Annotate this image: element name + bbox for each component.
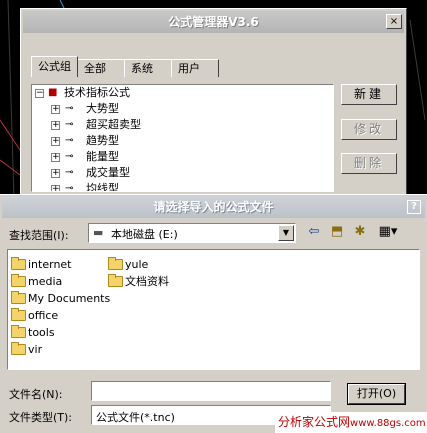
tree-root[interactable]: − ■ 技术指标公式	[32, 85, 333, 101]
expand-icon[interactable]: +	[51, 153, 60, 162]
open-button[interactable]: 打开(O)	[347, 383, 406, 405]
expand-icon[interactable]: +	[51, 105, 60, 114]
folder-label: internet	[28, 258, 72, 271]
look-in-value: 本地磁盘 (E:)	[111, 228, 178, 241]
tree-item[interactable]: + ⊸ 大势型	[32, 101, 333, 117]
look-in-combo[interactable]: ▬ 本地磁盘 (E:) ▼	[88, 223, 296, 243]
folder-label: media	[28, 275, 63, 288]
folder-icon	[11, 274, 26, 287]
key-icon: ⊸	[65, 103, 74, 114]
expand-icon[interactable]: +	[51, 185, 60, 191]
key-icon: ⊸	[65, 135, 74, 146]
tree-item[interactable]: + ⊸ 能量型	[32, 149, 333, 165]
expand-icon[interactable]: +	[51, 121, 60, 130]
folder-label: vir	[28, 343, 43, 356]
folder-icon	[11, 325, 26, 338]
tree-item[interactable]: + ⊸ 超买超卖型	[32, 117, 333, 133]
formula-manager-titlebar: 公式管理器V3.6 ×	[23, 11, 404, 33]
filename-label: 文件名(N):	[9, 388, 63, 401]
file-list: internet media My Documents office tools…	[7, 249, 420, 370]
folder-label: 文档资料	[125, 275, 169, 288]
new-button[interactable]: 新建	[341, 84, 397, 105]
key-icon: ⊸	[65, 119, 74, 130]
folder-item[interactable]: My Documents	[11, 291, 110, 307]
tab-formula-group[interactable]: 公式组	[31, 56, 78, 77]
formula-manager-title: 公式管理器V3.6	[168, 15, 259, 29]
folder-icon	[11, 257, 26, 270]
folder-label: My Documents	[28, 292, 111, 305]
filetype-value: 公式文件(*.tnc)	[96, 411, 175, 424]
key-icon: ⊸	[65, 151, 74, 162]
folder-item[interactable]: yule	[108, 257, 148, 273]
folder-item[interactable]: internet	[11, 257, 72, 273]
import-dialog-titlebar: 请选择导入的公式文件 ?	[2, 196, 425, 218]
watermark-brand: 分析家公式网	[278, 415, 351, 429]
drive-icon: ▬	[93, 226, 104, 239]
key-icon: ⊸	[65, 183, 74, 192]
tree-item-label: 均线型	[86, 182, 119, 192]
up-folder-icon[interactable]: ⬒	[328, 223, 346, 241]
tree-item[interactable]: + ⊸ 成交量型	[32, 165, 333, 181]
folder-icon	[108, 274, 123, 287]
expand-icon[interactable]: +	[51, 169, 60, 178]
formula-tabs: 公式组 全部 系统 用户	[31, 55, 219, 77]
look-in-label: 查找范围(I):	[9, 229, 69, 242]
tab-all[interactable]: 全部	[77, 59, 125, 77]
tree-item-label: 超买超卖型	[86, 118, 141, 131]
folder-item[interactable]: tools	[11, 325, 55, 341]
tree-item-label: 能量型	[86, 150, 119, 163]
tree-item-label: 趋势型	[86, 134, 119, 147]
folder-icon	[11, 291, 26, 304]
book-icon: ■	[48, 87, 58, 98]
back-arrow-icon[interactable]: ⇦	[305, 223, 323, 241]
expand-icon[interactable]: +	[51, 137, 60, 146]
new-folder-icon[interactable]: ✱	[351, 223, 369, 241]
folder-label: office	[28, 309, 59, 322]
folder-label: tools	[28, 326, 55, 339]
filetype-label: 文件类型(T):	[9, 411, 73, 424]
tree-item-label: 大势型	[86, 102, 119, 115]
tree-item[interactable]: + ⊸ 趋势型	[32, 133, 333, 149]
key-icon: ⊸	[65, 167, 74, 178]
collapse-icon[interactable]: −	[35, 89, 44, 98]
view-menu-icon[interactable]: ▦▾	[375, 223, 401, 241]
help-icon[interactable]: ?	[407, 200, 421, 214]
modify-button[interactable]: 修改	[341, 119, 397, 140]
tree-item[interactable]: + ⊸ 均线型	[32, 181, 333, 192]
delete-button[interactable]: 删除	[341, 153, 397, 174]
folder-item[interactable]: 文档资料	[108, 274, 169, 290]
filename-input[interactable]	[91, 381, 331, 401]
folder-icon	[11, 342, 26, 355]
close-icon[interactable]: ×	[386, 14, 402, 29]
site-watermark: 分析家公式网www.88gs.com	[275, 412, 427, 433]
watermark-url: www.88gs.com	[350, 418, 426, 429]
formula-tree: − ■ 技术指标公式 + ⊸ 大势型 + ⊸ 超买超卖型 + ⊸ 趋势型 + ⊸…	[31, 84, 334, 192]
tree-item-label: 成交量型	[86, 166, 130, 179]
folder-item[interactable]: office	[11, 308, 58, 324]
tree-root-label: 技术指标公式	[64, 86, 130, 99]
tab-user[interactable]: 用户	[171, 59, 219, 77]
tab-system[interactable]: 系统	[124, 59, 172, 77]
chevron-down-icon[interactable]: ▼	[278, 225, 294, 241]
folder-icon	[108, 257, 123, 270]
folder-icon	[11, 308, 26, 321]
folder-item[interactable]: vir	[11, 342, 42, 358]
import-dialog-title: 请选择导入的公式文件	[153, 200, 274, 214]
folder-label: yule	[125, 258, 149, 271]
folder-item[interactable]: media	[11, 274, 62, 290]
